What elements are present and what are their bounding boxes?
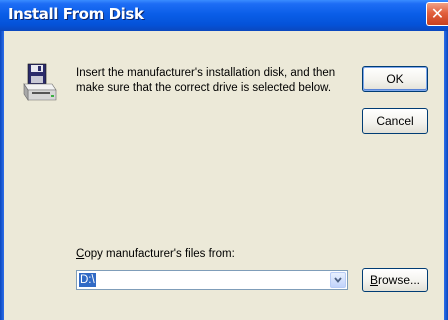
window-frame-left bbox=[0, 31, 4, 320]
copy-files-label: Copy manufacturer's files from: bbox=[76, 248, 235, 260]
copy-files-path-value[interactable]: D:\ bbox=[79, 273, 96, 287]
browse-button-mnemonic: B bbox=[369, 273, 378, 287]
cancel-button[interactable]: Cancel bbox=[362, 108, 428, 134]
instruction-text: Insert the manufacturer's installation d… bbox=[76, 67, 336, 94]
close-icon: ✕ bbox=[430, 4, 445, 23]
copy-files-label-text: opy manufacturer's files from: bbox=[84, 248, 235, 260]
ok-button[interactable]: OK bbox=[362, 66, 428, 92]
window-frame-right bbox=[444, 31, 448, 320]
dialog-title: Install From Disk bbox=[8, 5, 144, 23]
title-bar[interactable]: Install From Disk ✕ bbox=[0, 0, 448, 31]
browse-button-label: rowse... bbox=[378, 273, 421, 287]
install-from-disk-dialog: Install From Disk ✕ Insert the manufactu… bbox=[0, 0, 448, 320]
browse-button[interactable]: Browse... bbox=[362, 268, 428, 292]
copy-files-path-combobox[interactable]: D:\ bbox=[76, 270, 348, 290]
chevron-down-icon bbox=[334, 277, 342, 283]
disk-drive-icon bbox=[23, 63, 57, 101]
close-button[interactable]: ✕ bbox=[426, 2, 448, 26]
dropdown-button[interactable] bbox=[330, 272, 346, 288]
